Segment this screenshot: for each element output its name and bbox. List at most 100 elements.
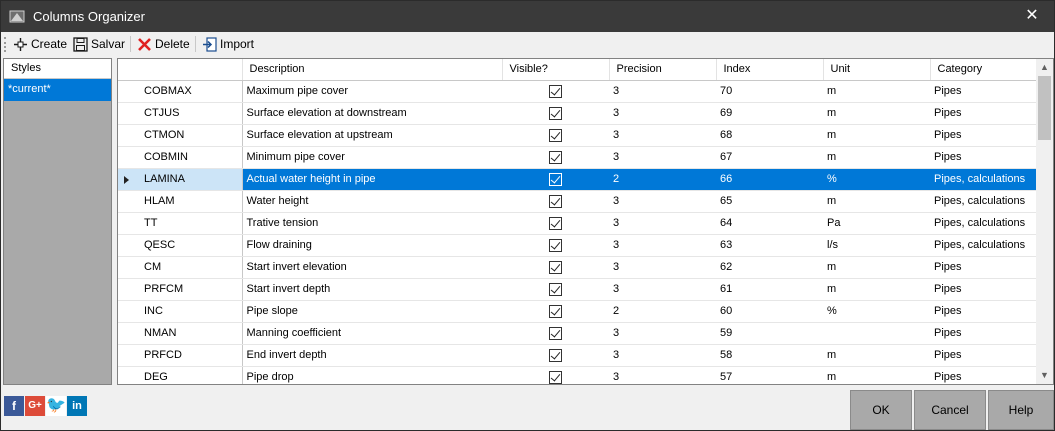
cell-description[interactable]: Flow draining bbox=[242, 234, 502, 257]
cell-visible[interactable] bbox=[502, 322, 609, 345]
visible-checkbox[interactable] bbox=[549, 106, 562, 120]
table-row[interactable]: COBMAX Maximum pipe cover 3 70 m Pipes bbox=[118, 80, 1037, 103]
save-button[interactable]: Salvar bbox=[73, 34, 125, 54]
row-name-cell[interactable]: PRFCM bbox=[118, 278, 243, 301]
row-name-cell[interactable]: CTMON bbox=[118, 124, 243, 147]
cell-precision[interactable]: 3 bbox=[609, 256, 716, 279]
row-name-cell[interactable]: PRFCD bbox=[118, 344, 243, 367]
cell-category[interactable]: Pipes, calculations bbox=[930, 234, 1037, 257]
visible-checkbox[interactable] bbox=[549, 304, 562, 318]
twitter-icon[interactable]: 🐦 bbox=[46, 396, 66, 416]
vertical-scrollbar[interactable]: ▲ ▼ bbox=[1036, 59, 1053, 384]
cell-unit[interactable]: m bbox=[823, 366, 930, 384]
visible-checkbox[interactable] bbox=[549, 260, 562, 274]
visible-checkbox[interactable] bbox=[549, 370, 562, 384]
cell-unit[interactable]: Pa bbox=[823, 212, 930, 235]
row-name-cell[interactable]: CTJUS bbox=[118, 102, 243, 125]
cell-unit[interactable]: m bbox=[823, 344, 930, 367]
cell-category[interactable]: Pipes bbox=[930, 102, 1037, 125]
cell-description[interactable]: Start invert elevation bbox=[242, 256, 502, 279]
visible-checkbox[interactable] bbox=[549, 128, 562, 142]
cell-unit[interactable]: m bbox=[823, 190, 930, 213]
cell-index[interactable]: 66 bbox=[716, 168, 823, 191]
table-row[interactable]: TT Trative tension 3 64 Pa Pipes, calculation… bbox=[118, 212, 1037, 235]
cell-visible[interactable] bbox=[502, 190, 609, 213]
cell-description[interactable]: Surface elevation at upstream bbox=[242, 124, 502, 147]
cell-precision[interactable]: 3 bbox=[609, 190, 716, 213]
cell-unit[interactable]: % bbox=[823, 300, 930, 323]
table-row[interactable]: CM Start invert elevation 3 62 m Pipes bbox=[118, 256, 1037, 279]
facebook-icon[interactable]: f bbox=[4, 396, 24, 416]
cell-unit[interactable]: m bbox=[823, 124, 930, 147]
visible-checkbox[interactable] bbox=[549, 150, 562, 164]
row-name-cell[interactable]: COBMIN bbox=[118, 146, 243, 169]
cell-precision[interactable]: 2 bbox=[609, 168, 716, 191]
cell-precision[interactable]: 2 bbox=[609, 300, 716, 323]
scroll-thumb[interactable] bbox=[1038, 76, 1051, 140]
cell-precision[interactable]: 3 bbox=[609, 80, 716, 103]
row-name-cell[interactable]: CM bbox=[118, 256, 243, 279]
cell-precision[interactable]: 3 bbox=[609, 234, 716, 257]
row-name-cell[interactable]: QESC bbox=[118, 234, 243, 257]
cell-unit[interactable]: m bbox=[823, 146, 930, 169]
cell-unit[interactable]: m bbox=[823, 102, 930, 125]
header-category[interactable]: Category bbox=[930, 59, 1038, 81]
cell-description[interactable]: Surface elevation at downstream bbox=[242, 102, 502, 125]
cell-index[interactable]: 59 bbox=[716, 322, 823, 345]
cell-description[interactable]: Actual water height in pipe bbox=[242, 168, 502, 191]
cell-visible[interactable] bbox=[502, 102, 609, 125]
visible-checkbox[interactable] bbox=[549, 348, 562, 362]
cell-visible[interactable] bbox=[502, 344, 609, 367]
cell-visible[interactable] bbox=[502, 212, 609, 235]
cell-index[interactable]: 62 bbox=[716, 256, 823, 279]
visible-checkbox[interactable] bbox=[549, 326, 562, 340]
table-row[interactable]: INC Pipe slope 2 60% Pipes bbox=[118, 300, 1037, 323]
cell-index[interactable]: 64 bbox=[716, 212, 823, 235]
cancel-button[interactable]: Cancel bbox=[914, 390, 986, 430]
visible-checkbox[interactable] bbox=[549, 238, 562, 252]
cell-unit[interactable]: m bbox=[823, 80, 930, 103]
cell-unit[interactable]: m bbox=[823, 256, 930, 279]
cell-visible[interactable] bbox=[502, 124, 609, 147]
row-name-cell[interactable]: INC bbox=[118, 300, 243, 323]
cell-unit[interactable] bbox=[823, 322, 930, 345]
table-row[interactable]: CTMON Surface elevation at upstream 3 68 m Pi… bbox=[118, 124, 1037, 147]
table-row[interactable]: HLAM Water height 3 65 m Pipes, calculations bbox=[118, 190, 1037, 213]
cell-index[interactable]: 60 bbox=[716, 300, 823, 323]
cell-category[interactable]: Pipes bbox=[930, 366, 1037, 384]
cell-visible[interactable] bbox=[502, 234, 609, 257]
table-row[interactable]: PRFCD End invert depth 3 58 m Pipes bbox=[118, 344, 1037, 367]
cell-unit[interactable]: m bbox=[823, 278, 930, 301]
cell-visible[interactable] bbox=[502, 366, 609, 384]
cell-precision[interactable]: 3 bbox=[609, 102, 716, 125]
cell-category[interactable]: Pipes bbox=[930, 124, 1037, 147]
cell-index[interactable]: 69 bbox=[716, 102, 823, 125]
header-index[interactable]: Index bbox=[716, 59, 824, 81]
table-row[interactable]: NMAN Manning coefficient 3 59 Pipes bbox=[118, 322, 1037, 345]
cell-precision[interactable]: 3 bbox=[609, 322, 716, 345]
row-name-cell[interactable]: NMAN bbox=[118, 322, 243, 345]
cell-visible[interactable] bbox=[502, 146, 609, 169]
cell-precision[interactable]: 3 bbox=[609, 366, 716, 384]
visible-checkbox[interactable] bbox=[549, 216, 562, 230]
cell-category[interactable]: Pipes bbox=[930, 80, 1037, 103]
cell-index[interactable]: 67 bbox=[716, 146, 823, 169]
cell-unit[interactable]: % bbox=[823, 168, 930, 191]
cell-unit[interactable]: l/s bbox=[823, 234, 930, 257]
cell-category[interactable]: Pipes bbox=[930, 300, 1037, 323]
cell-precision[interactable]: 3 bbox=[609, 212, 716, 235]
table-row[interactable]: COBMIN Minimum pipe cover 3 67 m Pipes bbox=[118, 146, 1037, 169]
header-precision[interactable]: Precision bbox=[609, 59, 717, 81]
cell-category[interactable]: Pipes, calculations bbox=[930, 190, 1037, 213]
cell-visible[interactable] bbox=[502, 278, 609, 301]
cell-category[interactable]: Pipes bbox=[930, 256, 1037, 279]
scroll-down-arrow-icon[interactable]: ▼ bbox=[1036, 367, 1053, 384]
cell-index[interactable]: 70 bbox=[716, 80, 823, 103]
import-button[interactable]: Import bbox=[202, 34, 254, 54]
row-name-cell[interactable]: HLAM bbox=[118, 190, 243, 213]
cell-index[interactable]: 57 bbox=[716, 366, 823, 384]
cell-index[interactable]: 63 bbox=[716, 234, 823, 257]
header-description[interactable]: Description bbox=[242, 59, 503, 81]
ok-button[interactable]: OK bbox=[850, 390, 912, 430]
cell-description[interactable]: Water height bbox=[242, 190, 502, 213]
